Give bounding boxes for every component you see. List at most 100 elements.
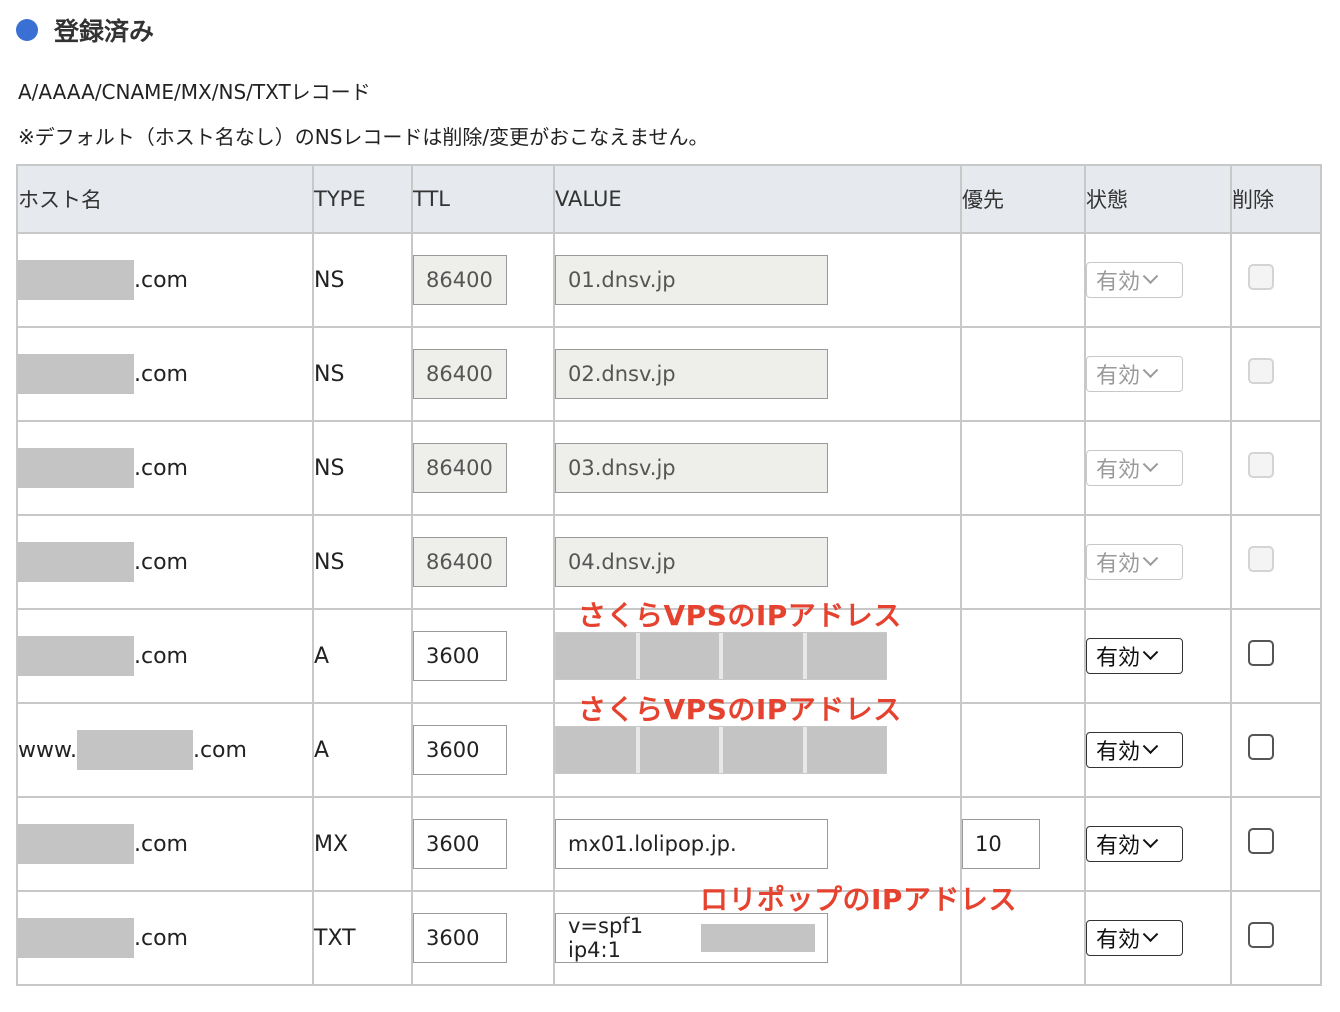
ip-octet-field[interactable]: [556, 727, 640, 773]
ip-octet-field[interactable]: [639, 727, 723, 773]
chevron-down-icon: [1142, 361, 1159, 378]
priority-cell: [960, 514, 1086, 610]
redacted-mask: [18, 260, 134, 300]
header-delete: 削除: [1230, 164, 1322, 234]
status-select[interactable]: 有効: [1086, 826, 1183, 862]
delete-checkbox: [1248, 452, 1274, 478]
header-status: 状態: [1084, 164, 1232, 234]
ttl-cell: 3600: [411, 796, 555, 892]
ttl-cell: 3600: [411, 702, 555, 798]
delete-cell: [1230, 514, 1322, 610]
ttl-input[interactable]: 3600: [413, 819, 507, 869]
delete-cell: [1230, 702, 1322, 798]
priority-cell: [960, 420, 1086, 516]
table-row: .com NS 86400 02.dnsv.jp 有効: [16, 326, 1322, 422]
host-suffix: .com: [134, 831, 188, 857]
ttl-input[interactable]: 3600: [413, 631, 507, 681]
type-cell: NS: [312, 420, 413, 516]
priority-cell: [960, 232, 1086, 328]
chevron-down-icon: [1142, 831, 1159, 848]
type-cell: NS: [312, 232, 413, 328]
value-cell: 02.dnsv.jp: [553, 326, 962, 422]
delete-checkbox: [1248, 546, 1274, 572]
ip-octet-field[interactable]: [806, 633, 886, 679]
status-cell: 有効: [1084, 326, 1232, 422]
host-suffix: .com: [134, 361, 188, 387]
status-select: 有効: [1086, 450, 1183, 486]
status-select[interactable]: 有効: [1086, 638, 1183, 674]
value-text: v=spf1 ip4:1: [568, 914, 644, 962]
chevron-down-icon: [1142, 267, 1159, 284]
annotation-label: ロリポップのIPアドレス: [700, 883, 1017, 916]
redacted-mask: [18, 636, 134, 676]
status-select: 有効: [1086, 262, 1183, 298]
host-cell: .com: [16, 608, 314, 704]
host-cell: www. .com: [16, 702, 314, 798]
table-row: .com TXT 3600 v=spf1 ip4:1 有効: [16, 890, 1322, 986]
status-select[interactable]: 有効: [1086, 920, 1183, 956]
redacted-mask: [76, 730, 193, 770]
ttl-cell: 3600: [411, 608, 555, 704]
ttl-input[interactable]: 3600: [413, 725, 507, 775]
ns-note: ※デフォルト（ホスト名なし）のNSレコードは削除/変更がおこなえません。: [18, 125, 709, 149]
ttl-input[interactable]: 3600: [413, 913, 507, 963]
ip-address-field[interactable]: [555, 726, 887, 774]
type-cell: A: [312, 702, 413, 798]
status-select[interactable]: 有効: [1086, 732, 1183, 768]
ttl-cell: 3600: [411, 890, 555, 986]
ttl-input: 86400: [413, 443, 507, 493]
record-types-label: A/AAAA/CNAME/MX/NS/TXTレコード: [18, 80, 371, 104]
value-input: 01.dnsv.jp: [555, 255, 828, 305]
ip-octet-field[interactable]: [806, 727, 886, 773]
status-cell: 有効: [1084, 702, 1232, 798]
redacted-mask: [18, 918, 134, 958]
status-value: 有効: [1096, 740, 1141, 765]
ip-octet-field[interactable]: [556, 633, 640, 679]
ip-octet-field[interactable]: [723, 727, 807, 773]
ip-octet-field[interactable]: [639, 633, 723, 679]
header-type: TYPE: [312, 164, 413, 234]
chevron-down-icon: [1142, 643, 1159, 660]
annotation-label: さくらVPSのIPアドレス: [578, 693, 902, 726]
ttl-input: 86400: [413, 537, 507, 587]
redacted-mask: [18, 448, 134, 488]
delete-cell: [1230, 608, 1322, 704]
redacted-mask: [18, 542, 134, 582]
section-title-text: 登録済み: [54, 17, 155, 46]
delete-checkbox[interactable]: [1248, 922, 1274, 948]
delete-checkbox[interactable]: [1248, 828, 1274, 854]
priority-input[interactable]: 10: [962, 819, 1040, 869]
delete-cell: [1230, 326, 1322, 422]
ip-address-field[interactable]: [555, 632, 887, 680]
status-value: 有効: [1096, 364, 1141, 389]
table-row: .com NS 86400 01.dnsv.jp 有効: [16, 232, 1322, 328]
status-select: 有効: [1086, 544, 1183, 580]
annotation-label: さくらVPSのIPアドレス: [578, 599, 902, 632]
status-value: 有効: [1096, 646, 1141, 671]
ttl-input: 86400: [413, 255, 507, 305]
ttl-cell: 86400: [411, 514, 555, 610]
redacted-mask: [18, 824, 134, 864]
status-cell: 有効: [1084, 796, 1232, 892]
host-suffix: .com: [134, 267, 188, 293]
status-value: 有効: [1096, 458, 1141, 483]
value-input[interactable]: v=spf1 ip4:1: [555, 913, 828, 963]
host-cell: .com: [16, 890, 314, 986]
delete-checkbox: [1248, 358, 1274, 384]
ttl-cell: 86400: [411, 232, 555, 328]
host-cell: .com: [16, 326, 314, 422]
value-input[interactable]: mx01.lolipop.jp.: [555, 819, 828, 869]
type-cell: TXT: [312, 890, 413, 986]
redacted-mask: [18, 354, 134, 394]
ip-octet-field[interactable]: [723, 633, 807, 679]
chevron-down-icon: [1142, 549, 1159, 566]
delete-checkbox[interactable]: [1248, 734, 1274, 760]
host-cell: .com: [16, 420, 314, 516]
value-cell: 03.dnsv.jp: [553, 420, 962, 516]
value-cell: mx01.lolipop.jp.: [553, 796, 962, 892]
chevron-down-icon: [1142, 737, 1159, 754]
status-value: 有効: [1096, 834, 1141, 859]
ttl-cell: 86400: [411, 420, 555, 516]
header-host: ホスト名: [16, 164, 314, 234]
delete-checkbox[interactable]: [1248, 640, 1274, 666]
